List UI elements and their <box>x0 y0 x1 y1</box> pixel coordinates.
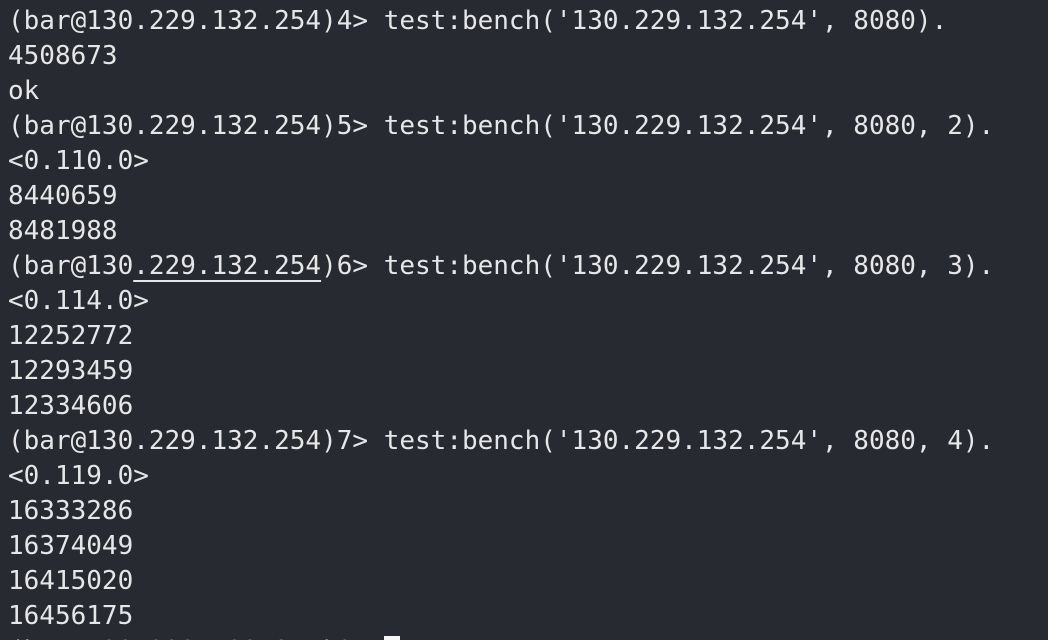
output-line: 12252772 <box>8 319 994 354</box>
output-text: ok <box>8 76 40 106</box>
prompt-number: 7 <box>336 426 353 456</box>
output-line: ok <box>8 74 994 109</box>
prompt-symbol: > <box>352 636 383 640</box>
prompt-line: (bar@130.229.132.254)5> test:bench('130.… <box>8 109 994 144</box>
output-text: 12252772 <box>8 321 134 351</box>
prompt-number: 5 <box>336 111 353 141</box>
output-line: <0.114.0> <box>8 284 994 319</box>
output-text: 16415020 <box>8 566 134 596</box>
prompt-host: (bar@130 <box>8 251 134 281</box>
output-line: <0.110.0> <box>8 144 994 179</box>
output-text: <0.119.0> <box>8 461 149 491</box>
prompt-symbol: > <box>352 111 384 141</box>
terminal-output: (bar@130.229.132.254)4> test:bench('130.… <box>8 4 994 640</box>
output-line: 16456175 <box>8 599 994 634</box>
command-text: test:bench('130.229.132.254', 8080, 2). <box>383 111 995 141</box>
text-cursor <box>383 636 400 640</box>
output-line: 8440659 <box>8 179 994 214</box>
output-text: <0.110.0> <box>8 146 149 176</box>
command-text: test:bench('130.229.132.254', 8080, 3). <box>383 251 995 281</box>
output-line: 8481988 <box>8 214 994 249</box>
command-text: test:bench('130.229.132.254', 8080, 4). <box>383 426 995 456</box>
prompt-symbol: > <box>352 251 384 281</box>
output-text: 8440659 <box>8 181 118 211</box>
output-line: <0.119.0> <box>8 459 994 494</box>
output-text: 12293459 <box>8 356 134 386</box>
prompt-host-close: ) <box>321 251 337 281</box>
output-text: 12334606 <box>8 391 134 421</box>
output-text: 4508673 <box>8 41 118 71</box>
prompt-number: 4 <box>336 6 353 36</box>
prompt-line: (bar@130.229.132.254)4> test:bench('130.… <box>8 4 994 39</box>
output-text: 8481988 <box>8 216 118 246</box>
prompt-line: (bar@130.229.132.254)6> test:bench('130.… <box>8 249 994 284</box>
output-line: 16415020 <box>8 564 994 599</box>
output-line: 4508673 <box>8 39 994 74</box>
prompt-host-link: .229.132.254 <box>133 251 322 281</box>
prompt-host: (bar@130.229.132.254) <box>8 111 337 141</box>
output-text: <0.114.0> <box>8 286 149 316</box>
output-line: 12293459 <box>8 354 994 389</box>
output-text: 16374049 <box>8 531 134 561</box>
prompt-number: 6 <box>336 251 353 281</box>
terminal-window[interactable]: (bar@130.229.132.254)4> test:bench('130.… <box>0 0 1048 640</box>
output-line: 16374049 <box>8 529 994 564</box>
output-text: 16456175 <box>8 601 134 631</box>
prompt-host: (bar@130.229.132.254) <box>8 6 337 36</box>
prompt-host: (bar@130.229.132.254) <box>8 426 337 456</box>
prompt-number: 8 <box>337 636 353 640</box>
command-text: test:bench('130.229.132.254', 8080). <box>383 6 948 36</box>
prompt-symbol: > <box>352 426 384 456</box>
prompt-line: (bar@130.229.132.254)7> test:bench('130.… <box>8 424 994 459</box>
output-line: 16333286 <box>8 494 994 529</box>
prompt-host: (bar@130.229.132.254) <box>8 636 337 640</box>
prompt-symbol: > <box>352 6 384 36</box>
output-text: 16333286 <box>8 496 134 526</box>
active-prompt-line[interactable]: (bar@130.229.132.254)8> <box>8 634 994 640</box>
output-line: 12334606 <box>8 389 994 424</box>
